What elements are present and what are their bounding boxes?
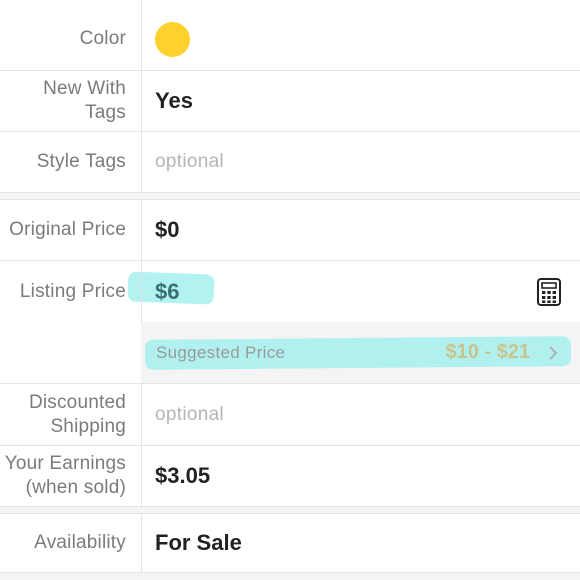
earnings-row: Your Earnings (when sold) $3.05: [0, 446, 580, 507]
calculator-icon[interactable]: [537, 278, 561, 306]
style-tags-row[interactable]: Style Tags optional: [0, 132, 580, 193]
listing-price-value[interactable]: $6: [155, 261, 179, 322]
discounted-shipping-label: Discounted Shipping: [28, 391, 126, 437]
original-price-label: Original Price: [9, 219, 126, 240]
style-tags-label: Style Tags: [36, 151, 126, 172]
style-tags-input[interactable]: optional: [155, 151, 224, 173]
suggested-price-row[interactable]: Suggested Price $10 - $21: [141, 322, 580, 383]
listing-price-label: Listing Price: [19, 280, 126, 302]
discounted-shipping-row[interactable]: Discounted Shipping optional: [0, 384, 580, 446]
bottom-divider: [0, 573, 580, 580]
availability-label: Availability: [34, 532, 126, 553]
new-with-tags-label: New With Tags: [43, 78, 126, 123]
color-swatch: [155, 21, 190, 57]
section-divider: [0, 507, 580, 514]
new-with-tags-value[interactable]: Yes: [155, 71, 193, 131]
availability-value[interactable]: For Sale: [155, 514, 242, 572]
discounted-shipping-input[interactable]: optional: [155, 404, 224, 426]
listing-price-row[interactable]: Listing Price $6 Suggested Price $10 - $…: [0, 261, 580, 384]
chevron-right-icon: [548, 322, 558, 383]
availability-row[interactable]: Availability For Sale: [0, 514, 580, 573]
suggested-price-range: $10 - $21: [445, 341, 530, 363]
color-value[interactable]: [155, 8, 190, 70]
earnings-label: Your Earnings (when sold): [4, 453, 126, 498]
earnings-value: $3.05: [155, 463, 211, 488]
new-with-tags-row[interactable]: New With Tags Yes: [0, 71, 580, 132]
original-price-row[interactable]: Original Price $0: [0, 200, 580, 261]
color-row[interactable]: Color: [0, 8, 580, 71]
color-label: Color: [79, 28, 126, 49]
original-price-value[interactable]: $0: [155, 200, 179, 260]
suggested-price-label: Suggested Price: [156, 342, 286, 362]
section-divider: [0, 193, 580, 200]
